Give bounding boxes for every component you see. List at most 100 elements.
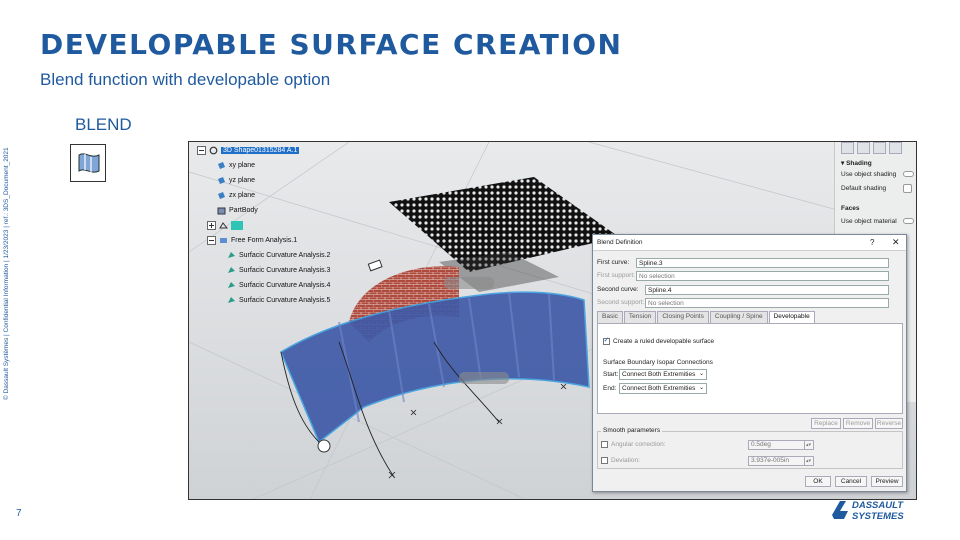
dialog-tabs: Basic Tension Closing Points Coupling / … bbox=[597, 311, 816, 324]
first-support-label: First support: bbox=[597, 272, 635, 279]
deviation-field[interactable]: 3.937e-005in ▴▾ bbox=[748, 456, 814, 466]
curvature-analysis-icon bbox=[227, 281, 236, 290]
tree-item-analysis-4[interactable]: Surfacic Curvature Analysis.4 bbox=[227, 279, 330, 291]
logo-line-1: DASSAULT bbox=[852, 500, 904, 511]
tree-root-label: 3D Shape01315284 A.1 bbox=[221, 146, 300, 154]
analysis-folder-icon bbox=[219, 236, 228, 245]
end-label: End: bbox=[603, 385, 617, 392]
tree-item-yz-plane[interactable]: yz plane bbox=[217, 174, 255, 186]
deviation-label: Deviation: bbox=[611, 457, 640, 465]
default-shading-label: Default shading bbox=[841, 185, 887, 192]
plane-icon bbox=[217, 161, 226, 170]
ruled-surface-label: Create a ruled developable surface bbox=[613, 338, 715, 346]
page-number: 7 bbox=[16, 508, 22, 519]
properties-icon[interactable] bbox=[873, 142, 886, 154]
tab-closing-points[interactable]: Closing Points bbox=[657, 311, 709, 323]
expand-icon[interactable] bbox=[197, 145, 206, 155]
start-connection-select[interactable]: Connect Both Extremities ⌄ bbox=[619, 369, 707, 380]
tree-item-selected[interactable] bbox=[207, 219, 243, 231]
shading-header[interactable]: ▾ Shading bbox=[841, 159, 872, 167]
deviation-value: 3.937e-005in bbox=[751, 457, 789, 464]
dialog-title-bar[interactable]: Blend Definition ? ✕ bbox=[593, 235, 906, 251]
catia-screenshot: 3D Shape01315284 A.1 xy plane yz plane z… bbox=[188, 141, 917, 500]
second-support-label: Second support: bbox=[597, 299, 645, 306]
tab-coupling-spine[interactable]: Coupling / Spine bbox=[709, 311, 768, 323]
tree-item-analysis-5[interactable]: Surfacic Curvature Analysis.5 bbox=[227, 294, 330, 306]
curvature-analysis-icon bbox=[227, 251, 236, 260]
shading-mode-icon[interactable] bbox=[903, 184, 912, 193]
tree-item-xy-plane[interactable]: xy plane bbox=[217, 159, 255, 171]
tab-tension[interactable]: Tension bbox=[623, 311, 657, 323]
gear-icon bbox=[209, 146, 218, 155]
blend-icon bbox=[70, 144, 106, 182]
spinner-icon[interactable]: ▴▾ bbox=[804, 441, 812, 449]
tree-item-label: xy plane bbox=[229, 161, 256, 169]
preview-button[interactable]: Preview bbox=[871, 476, 903, 487]
tree-item-partbody[interactable]: PartBody bbox=[217, 204, 258, 216]
chevron-down-icon: ⌄ bbox=[698, 385, 704, 391]
plane-icon bbox=[217, 176, 226, 185]
cancel-button[interactable]: Cancel bbox=[835, 476, 867, 487]
confidential-note: © Dassault Systèmes | Confidential Infor… bbox=[3, 147, 10, 400]
tree-item-analysis-2[interactable]: Surfacic Curvature Analysis.2 bbox=[227, 249, 330, 261]
tree-item-free-form-analysis[interactable]: Free Form Analysis.1 bbox=[207, 234, 297, 246]
tab-basic[interactable]: Basic bbox=[597, 311, 623, 323]
ruled-surface-option[interactable]: Create a ruled developable surface bbox=[603, 336, 715, 346]
logo-line-2: SYSTEMES bbox=[852, 511, 904, 522]
blend-definition-dialog: Blend Definition ? ✕ First curve: Spline… bbox=[592, 234, 907, 492]
boundary-connections-header: Surface Boundary Isopar Connections bbox=[603, 359, 713, 366]
angular-correction-field[interactable]: 0.5deg ▴▾ bbox=[748, 440, 814, 450]
second-curve-label: Second curve: bbox=[597, 286, 639, 293]
slide-title: DEVELOPABLE SURFACE CREATION bbox=[40, 28, 623, 61]
expand-icon[interactable] bbox=[207, 220, 216, 230]
chevron-down-icon: ⌄ bbox=[698, 371, 704, 377]
help-button[interactable]: ? bbox=[870, 238, 874, 247]
spinner-icon[interactable]: ▴▾ bbox=[804, 457, 812, 465]
first-support-field[interactable]: No selection bbox=[636, 271, 889, 281]
end-connection-select[interactable]: Connect Both Extremities ⌄ bbox=[619, 383, 707, 394]
plane-icon bbox=[217, 191, 226, 200]
slide-subtitle: Blend function with developable option bbox=[40, 70, 331, 89]
ruled-surface-checkbox[interactable] bbox=[603, 336, 610, 345]
tree-item-analysis-3[interactable]: Surfacic Curvature Analysis.3 bbox=[227, 264, 330, 276]
blend-label: BLEND bbox=[75, 115, 132, 134]
start-label: Start: bbox=[603, 371, 619, 378]
use-object-material-label: Use object material bbox=[841, 218, 897, 225]
use-object-shading-toggle[interactable] bbox=[903, 171, 914, 177]
tree-item-label: Surfacic Curvature Analysis.4 bbox=[239, 281, 331, 289]
smooth-parameters-title: Smooth parameters bbox=[601, 427, 663, 434]
curvature-analysis-icon bbox=[227, 296, 236, 305]
start-connection-value: Connect Both Extremities bbox=[622, 371, 696, 378]
tree-root[interactable]: 3D Shape01315284 A.1 bbox=[197, 144, 300, 156]
second-curve-field[interactable]: Spline.4 bbox=[645, 285, 889, 295]
deviation-checkbox[interactable] bbox=[601, 457, 608, 464]
first-curve-field[interactable]: Spline.3 bbox=[636, 258, 889, 268]
tree-item-label: yz plane bbox=[229, 176, 256, 184]
close-button[interactable]: ✕ bbox=[892, 237, 900, 248]
layers-icon[interactable] bbox=[889, 142, 902, 154]
partbody-icon bbox=[217, 206, 226, 215]
tree-item-selected-label bbox=[231, 220, 243, 230]
use-object-material-toggle[interactable] bbox=[903, 218, 914, 224]
tree-item-label: zx plane bbox=[229, 191, 256, 199]
end-connection-value: Connect Both Extremities bbox=[622, 385, 696, 392]
tree-item-label: Surfacic Curvature Analysis.2 bbox=[239, 251, 331, 259]
tree-item-label: Free Form Analysis.1 bbox=[231, 236, 298, 244]
ok-button[interactable]: OK bbox=[805, 476, 831, 487]
tree-item-zx-plane[interactable]: zx plane bbox=[217, 189, 255, 201]
angular-correction-option[interactable]: Angular correction: bbox=[601, 441, 666, 448]
faces-header[interactable]: Faces bbox=[841, 205, 859, 212]
material-icon[interactable] bbox=[857, 142, 870, 154]
second-support-field[interactable]: No selection bbox=[645, 298, 889, 308]
replace-button[interactable]: Replace bbox=[811, 418, 841, 429]
developable-tab-panel: Create a ruled developable surface Surfa… bbox=[597, 323, 903, 414]
angular-correction-value: 0.5deg bbox=[751, 441, 771, 448]
reverse-button[interactable]: Reverse bbox=[875, 418, 903, 429]
deviation-option[interactable]: Deviation: bbox=[601, 457, 640, 464]
geometrical-set-icon bbox=[219, 221, 229, 230]
dassault-systemes-logo: DASSAULT SYSTEMES bbox=[830, 497, 935, 523]
remove-button[interactable]: Remove bbox=[843, 418, 873, 429]
collapse-icon[interactable] bbox=[207, 235, 216, 245]
display-icon[interactable] bbox=[841, 142, 854, 154]
angular-correction-checkbox[interactable] bbox=[601, 441, 608, 448]
